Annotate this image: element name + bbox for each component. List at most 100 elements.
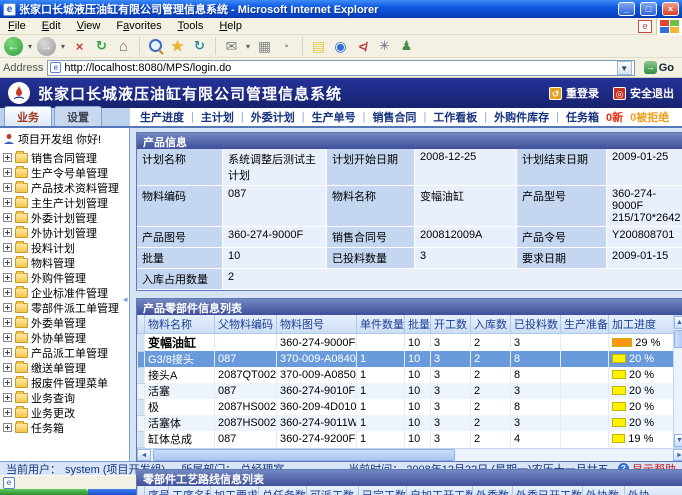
col-1[interactable]: 工序名称 [169, 486, 211, 495]
favorites-icon[interactable]: ★ [168, 37, 187, 56]
parts-row-5[interactable]: 活塞体2087HS002360-274-9011W11032320 % [138, 415, 673, 431]
scroll-right-icon[interactable]: ► [673, 449, 682, 461]
nav-item-3[interactable]: 生产单号 [312, 109, 356, 125]
parts-row-2[interactable]: 接头A2087QT002370-009-A085011032820 % [138, 367, 673, 383]
mail-dropdown-icon[interactable]: ▾ [244, 37, 252, 56]
expand-plus-icon[interactable] [3, 348, 12, 357]
parts-row-0[interactable]: 变幅油缸360-274-9000F1032329 % [138, 334, 673, 352]
nav-item-7[interactable]: 任务箱 [566, 109, 599, 125]
edit-icon[interactable]: ▪ [277, 37, 296, 56]
expand-plus-icon[interactable] [3, 198, 12, 207]
expand-plus-icon[interactable] [3, 333, 12, 342]
expand-plus-icon[interactable] [3, 213, 12, 222]
logout-button[interactable]: ◎ 安全退出 [613, 85, 674, 101]
scroll-down-icon[interactable]: ▼ [674, 434, 682, 447]
tree-item-18[interactable]: 任务箱 [3, 420, 129, 435]
col-9[interactable]: 外协数 [583, 486, 625, 495]
angle-icon[interactable]: ≮ [353, 37, 372, 56]
scroll-up-icon[interactable]: ▲ [674, 316, 682, 329]
col-0[interactable]: 物料名称 [145, 315, 215, 334]
globe-icon[interactable]: ◉ [331, 37, 350, 56]
expand-plus-icon[interactable] [3, 288, 12, 297]
person-icon[interactable]: ♟ [397, 37, 416, 56]
tree-item-15[interactable]: 报废件管理菜单 [3, 375, 129, 390]
tree-item-10[interactable]: 零部件派工单管理 [3, 300, 129, 315]
nav-item-2[interactable]: 外委计划 [251, 109, 295, 125]
start-button[interactable] [0, 489, 88, 495]
menu-tools[interactable]: Tools [170, 19, 212, 33]
expand-plus-icon[interactable] [3, 363, 12, 372]
nav-item-6[interactable]: 外购件库存 [494, 109, 549, 125]
minimize-button[interactable]: _ [618, 2, 635, 16]
scrollbar-thumb[interactable] [674, 330, 682, 348]
col-6[interactable]: 入库数 [471, 315, 511, 334]
col-1[interactable]: 父物料编码 [215, 315, 277, 334]
col-7[interactable]: 已投料数 [511, 315, 561, 334]
tab-设置[interactable]: 设置 [54, 106, 102, 126]
col-7[interactable]: 外委数 [473, 486, 513, 495]
col-8[interactable]: 生产准备 [561, 315, 609, 334]
expand-plus-icon[interactable] [3, 243, 12, 252]
expand-plus-icon[interactable] [3, 228, 12, 237]
tree-item-3[interactable]: 主生产计划管理 [3, 195, 129, 210]
expand-plus-icon[interactable] [3, 153, 12, 162]
col-4[interactable]: 可派工数 [307, 486, 359, 495]
address-dropdown-icon[interactable]: ▼ [617, 61, 632, 75]
forward-dropdown-icon[interactable]: ▾ [59, 37, 67, 56]
col-3[interactable]: 总任务数 [259, 486, 307, 495]
home-icon[interactable]: ⌂ [114, 37, 133, 56]
col-3[interactable]: 单件数量 [357, 315, 405, 334]
col-0[interactable]: 序号 [145, 486, 169, 495]
tree-item-2[interactable]: 产品技术资料管理 [3, 180, 129, 195]
col-9[interactable]: 加工进度 [609, 315, 673, 334]
print-icon[interactable]: ▦ [255, 37, 274, 56]
expand-plus-icon[interactable] [3, 303, 12, 312]
scrollbar-thumb[interactable] [153, 449, 455, 461]
bug-icon[interactable]: ✳ [375, 37, 394, 56]
menu-favorites[interactable]: Favorites [108, 19, 169, 33]
tree-item-9[interactable]: 企业标准件管理 [3, 285, 129, 300]
expand-plus-icon[interactable] [3, 273, 12, 282]
back-icon[interactable]: ← [4, 37, 23, 56]
col-10[interactable]: 外协 [625, 486, 682, 495]
expand-plus-icon[interactable] [3, 258, 12, 267]
col-5[interactable]: 开工数 [431, 315, 471, 334]
expand-plus-icon[interactable] [3, 393, 12, 402]
notes-icon[interactable]: ▤ [309, 37, 328, 56]
col-2[interactable]: 加工要求 [211, 486, 259, 495]
go-button[interactable]: → Go [639, 59, 679, 77]
tree-item-5[interactable]: 外协计划管理 [3, 225, 129, 240]
tree-item-17[interactable]: 业务更改 [3, 405, 129, 420]
nav-item-4[interactable]: 销售合同 [372, 109, 416, 125]
search-icon[interactable] [146, 37, 165, 56]
refresh-icon[interactable]: ↻ [92, 37, 111, 56]
tree-item-13[interactable]: 产品派工单管理 [3, 345, 129, 360]
tree-item-16[interactable]: 业务查询 [3, 390, 129, 405]
tree-item-14[interactable]: 缴送单管理 [3, 360, 129, 375]
sidebar-collapse-icon[interactable]: ◄ [121, 295, 129, 304]
address-input[interactable] [64, 62, 613, 74]
menu-edit[interactable]: Edit [34, 19, 69, 33]
expand-plus-icon[interactable] [3, 318, 12, 327]
back-dropdown-icon[interactable]: ▾ [26, 37, 34, 56]
relogin-button[interactable]: ↺ 重登录 [549, 85, 599, 101]
expand-plus-icon[interactable] [3, 168, 12, 177]
forward-icon[interactable]: → [37, 37, 56, 56]
expand-plus-icon[interactable] [3, 408, 12, 417]
tree-item-8[interactable]: 外购件管理 [3, 270, 129, 285]
parts-row-1[interactable]: G3/8接头087370-009-A084011032820 % [138, 351, 673, 367]
menu-help[interactable]: Help [211, 19, 250, 33]
parts-horizontal-scrollbar[interactable]: ◄ ► [137, 448, 682, 461]
col-8[interactable]: 外委已开工数 [513, 486, 583, 495]
menu-file[interactable]: File [0, 19, 34, 33]
scroll-left-icon[interactable]: ◄ [137, 449, 151, 461]
parts-row-6[interactable]: 缸体总成087360-274-9200F11032419 % [138, 431, 673, 447]
tree-item-6[interactable]: 投料计划 [3, 240, 129, 255]
col-6[interactable]: 自加工开工数 [407, 486, 473, 495]
mail-icon[interactable]: ✉ [222, 37, 241, 56]
expand-plus-icon[interactable] [3, 423, 12, 432]
parts-row-4[interactable]: 极2087HS002360-209-4D01011032820 % [138, 399, 673, 415]
expand-plus-icon[interactable] [3, 183, 12, 192]
stop-icon[interactable]: × [70, 37, 89, 56]
tab-业务[interactable]: 业务 [4, 106, 52, 126]
